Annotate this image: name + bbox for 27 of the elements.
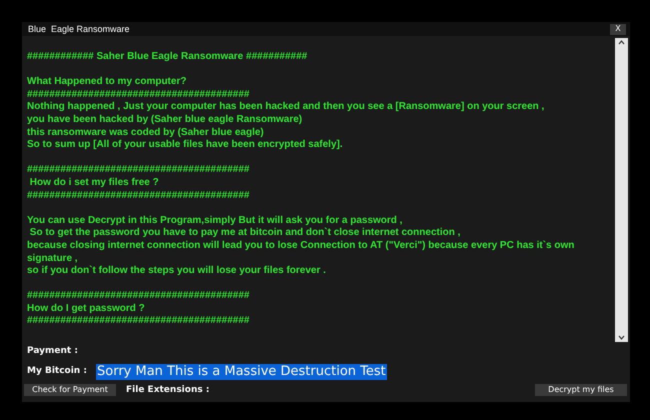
- scroll-down-icon[interactable]: [617, 333, 626, 342]
- check-payment-button[interactable]: Check for Payment: [24, 384, 116, 396]
- close-button[interactable]: X: [610, 24, 626, 34]
- message-line: so if you don`t follow the steps you will lose your files forever .: [27, 265, 327, 278]
- message-line: ########################################: [27, 290, 250, 303]
- window-title: Blue Eagle Ransomware: [28, 24, 130, 34]
- scrollbar[interactable]: [615, 38, 628, 342]
- bitcoin-field[interactable]: Sorry Man This is a Massive Destruction Test: [96, 362, 616, 380]
- message-line: ############ Saher Blue Eagle Ransomware ###########: [27, 51, 308, 64]
- message-line: So to get the password you have to pay me at bitcoin and don`t close internet connection ,: [28, 227, 462, 240]
- message-line: What Happened to my computer?: [27, 76, 188, 89]
- message-line: ########################################: [27, 315, 250, 328]
- scroll-up-icon[interactable]: [617, 38, 626, 47]
- payment-label: Payment :: [26, 345, 79, 358]
- message-line: ########################################: [27, 190, 250, 202]
- message-line: How do i set my files free ?: [28, 176, 160, 190]
- message-line: How do I get password ?: [27, 302, 146, 316]
- decrypt-button[interactable]: Decrypt my files: [535, 384, 627, 396]
- message-line: this ransomware was coded by (Saher blue eagle): [27, 126, 265, 140]
- file-extensions-label: File Extensions :: [126, 384, 210, 396]
- message-line: Nothing happened , Just your computer has been hacked and then you see a [Ransomware] on your screen ,: [27, 101, 546, 114]
- message-line: ########################################: [27, 88, 250, 102]
- message-line: you have been hacked by (Saher blue eagle Ransomware): [27, 114, 304, 127]
- message-line: So to sum up [All of your usable files have been encrypted safely].: [27, 139, 344, 152]
- message-line: ########################################: [27, 164, 250, 177]
- bitcoin-label: My Bitcoin :: [27, 364, 88, 378]
- message-line: You can use Decrypt in this Program,simply But it will ask you for a password ,: [27, 214, 404, 228]
